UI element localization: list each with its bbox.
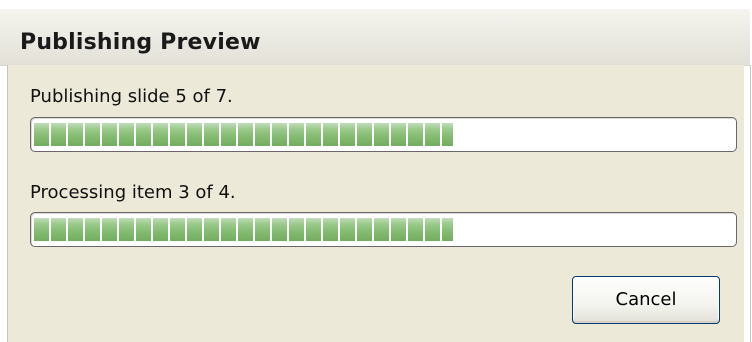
publishing-status-label: Publishing slide 5 of 7. (30, 86, 233, 107)
publishing-progress-bar (30, 117, 737, 152)
processing-progress-fill (34, 218, 453, 241)
dialog-title: Publishing Preview (20, 30, 261, 55)
dialog-title-bar: Publishing Preview (0, 8, 750, 66)
processing-progress-bar (30, 212, 737, 247)
publishing-preview-dialog: Publishing Preview Publishing slide 5 of… (0, 0, 752, 342)
cancel-button[interactable]: Cancel (572, 276, 720, 324)
publishing-progress-fill (34, 123, 453, 146)
processing-status-label: Processing item 3 of 4. (30, 182, 236, 203)
